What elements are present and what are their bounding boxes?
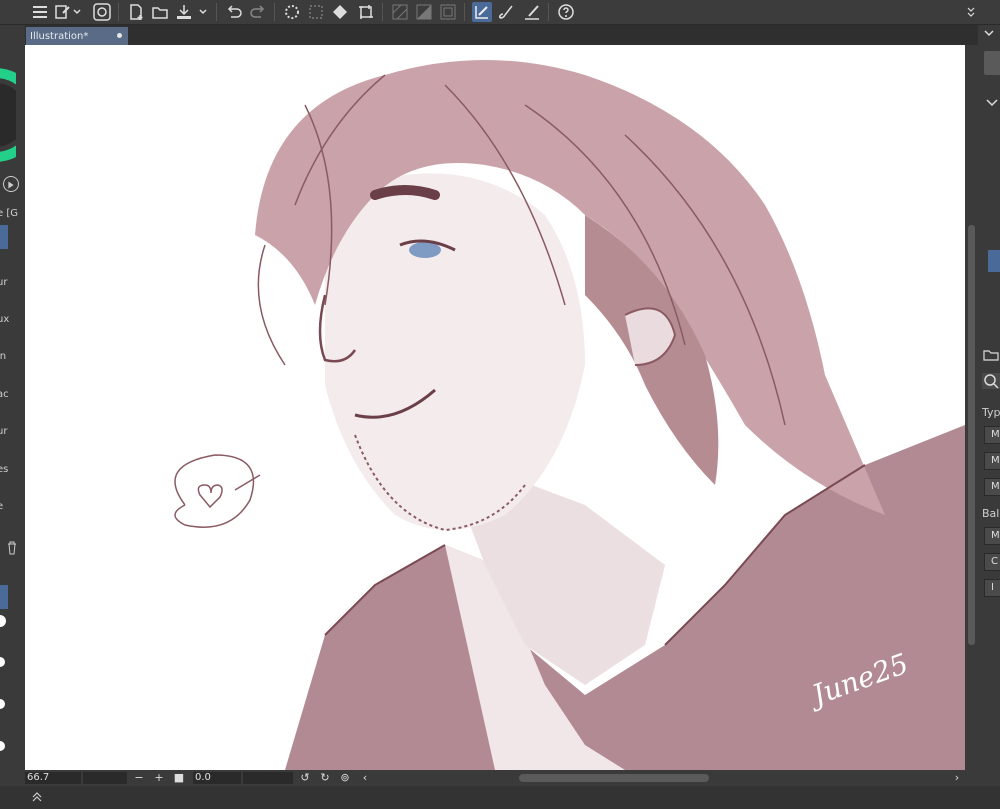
clip-studio-icon[interactable] [984, 51, 1000, 75]
sub-tool-label: e [G [0, 208, 18, 219]
brush-size-dot[interactable] [0, 741, 5, 751]
option-button[interactable]: M [984, 452, 1000, 470]
undo-icon[interactable] [224, 2, 244, 22]
new-file-icon[interactable] [126, 2, 146, 22]
menu-icon[interactable] [30, 2, 50, 22]
select-icon[interactable] [306, 2, 326, 22]
sub-tool-item[interactable]: e [0, 501, 3, 512]
type-label: Typ [982, 406, 1000, 419]
drawing-canvas[interactable]: June25 [25, 45, 965, 770]
panel-menu-icon[interactable] [982, 25, 1000, 41]
loading-icon[interactable] [282, 2, 302, 22]
new-canvas-icon[interactable] [52, 2, 72, 22]
sketch-artwork: June25 [174, 60, 965, 770]
fit-icon[interactable]: ■ [173, 771, 185, 785]
toolbar-divider [382, 3, 383, 21]
hatch-icon[interactable] [390, 2, 410, 22]
open-folder-icon[interactable] [150, 2, 170, 22]
gradient-icon[interactable] [414, 2, 434, 22]
brush-size-selected[interactable] [0, 585, 8, 609]
option-button[interactable]: C [984, 553, 1000, 571]
pen-active-icon[interactable] [472, 2, 492, 22]
play-icon[interactable] [3, 176, 19, 192]
sub-tool-item[interactable]: ac [0, 389, 9, 400]
option-button[interactable]: M [984, 426, 1000, 444]
option-button[interactable]: I [984, 579, 1000, 597]
eraser-icon[interactable] [522, 2, 542, 22]
selected-panel-tab[interactable] [988, 250, 1000, 272]
chevron-down-icon[interactable] [72, 2, 82, 22]
expand-up-icon[interactable] [30, 788, 44, 802]
brush-size-dot[interactable] [0, 699, 5, 709]
sub-tool-item[interactable]: ur [0, 426, 7, 437]
sub-tool-selected[interactable] [0, 225, 8, 249]
save-icon[interactable] [174, 2, 194, 22]
frame-icon[interactable] [438, 2, 458, 22]
document-tabbar: Illustration* [25, 25, 978, 45]
toolbar-divider [464, 3, 465, 21]
right-panel: Typ M M M Bal M C I [978, 25, 1000, 786]
angle-slider[interactable] [243, 772, 293, 784]
tab-title: Illustration* [30, 30, 89, 42]
chevron-down-icon[interactable] [984, 95, 1000, 109]
brush-icon[interactable] [496, 2, 516, 22]
search-icon[interactable] [982, 373, 1000, 389]
unsaved-dot-icon[interactable] [117, 33, 122, 38]
top-toolbar [0, 0, 1000, 25]
toolbar-divider [118, 3, 119, 21]
fill-icon[interactable] [330, 2, 350, 22]
toolbar-divider [216, 3, 217, 21]
left-panel: e [G ur ux in ac ur es e [0, 25, 25, 785]
rotate-left-icon[interactable]: ↺ [299, 771, 311, 785]
scroll-left-icon[interactable]: ‹ [359, 771, 371, 785]
toolbar-divider [274, 3, 275, 21]
reset-rotation-icon[interactable]: ⊚ [339, 771, 351, 785]
sub-tool-item[interactable]: es [0, 464, 8, 475]
canvas-status-bar: 66.7 − + ■ 0.0 ↺ ↻ ⊚ ‹ › [25, 770, 978, 786]
rotate-right-icon[interactable]: ↻ [319, 771, 331, 785]
clip-studio-icon[interactable] [92, 2, 112, 22]
brush-size-dot[interactable] [0, 657, 5, 667]
app-footer [0, 786, 1000, 809]
zoom-out-button[interactable]: − [133, 771, 145, 785]
redo-icon[interactable] [248, 2, 268, 22]
help-icon[interactable] [556, 2, 576, 22]
scroll-right-icon[interactable]: › [951, 771, 963, 785]
vertical-scrollbar[interactable] [965, 45, 978, 770]
balance-label: Bal [982, 507, 1000, 520]
color-wheel[interactable] [0, 60, 16, 170]
zoom-in-button[interactable]: + [153, 771, 165, 785]
angle-field[interactable]: 0.0 [193, 772, 241, 784]
tab-illustration[interactable]: Illustration* [26, 27, 128, 45]
vertical-scroll-thumb[interactable] [968, 225, 975, 645]
transform-icon[interactable] [356, 2, 376, 22]
zoom-field[interactable]: 66.7 [25, 772, 81, 784]
option-button[interactable]: M [984, 527, 1000, 545]
brush-size-dot[interactable] [0, 615, 6, 627]
chevron-down-icon[interactable] [198, 2, 208, 22]
sub-tool-item[interactable]: ux [0, 314, 9, 325]
sub-tool-item[interactable]: in [0, 351, 6, 362]
folder-add-icon[interactable] [982, 347, 1000, 361]
toolbar-overflow-icon[interactable] [966, 2, 976, 22]
toolbar-divider [548, 3, 549, 21]
trash-icon[interactable] [7, 540, 17, 558]
zoom-slider[interactable] [83, 772, 127, 784]
option-button[interactable]: M [984, 478, 1000, 496]
sub-tool-item[interactable]: ur [0, 277, 7, 288]
horizontal-scroll-thumb[interactable] [519, 774, 709, 782]
